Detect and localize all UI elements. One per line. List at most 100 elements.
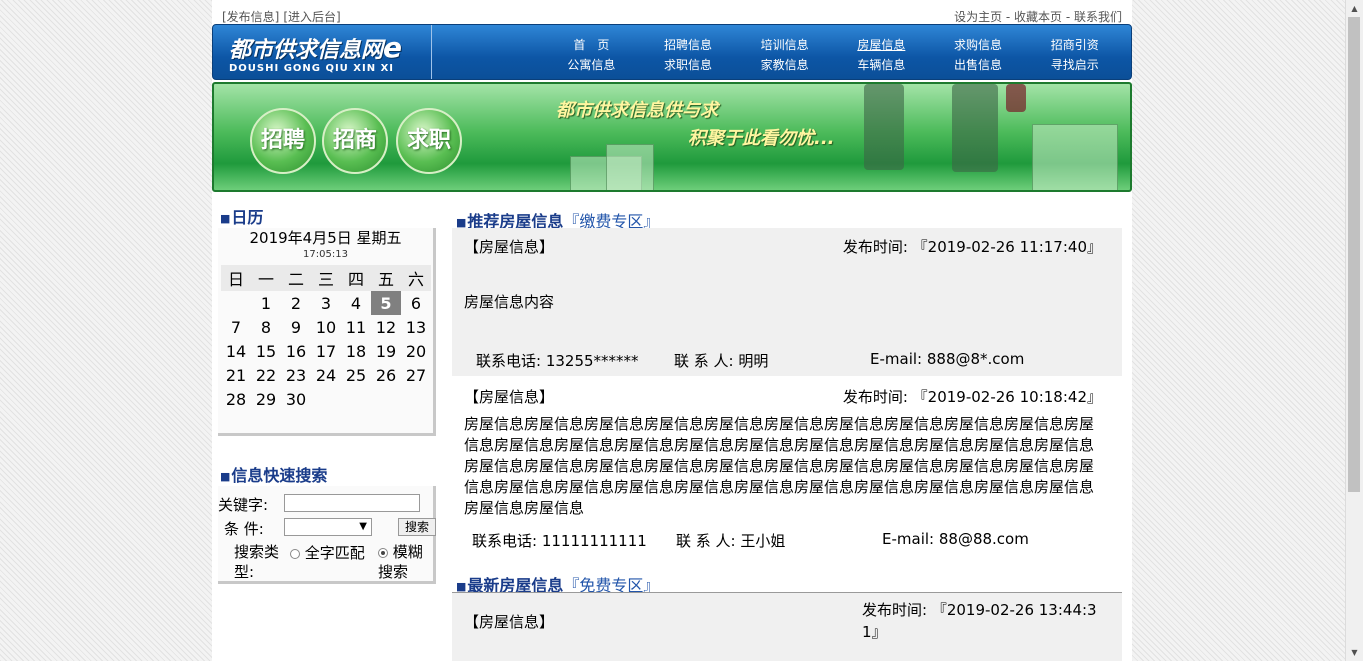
calendar-day[interactable]: 14	[221, 339, 251, 363]
scroll-down-icon[interactable]: ▼	[1346, 644, 1363, 661]
keyword-label: 关键字:	[218, 496, 269, 514]
calendar-grid: 日一二三四五六 1 2 3 4 5 6 7 8 9 10 11 12 13 14 15 16 17 18 19 20 2…	[221, 265, 431, 411]
calendar-day[interactable]: 12	[371, 315, 401, 339]
enter-admin-link[interactable]: [进入后台]	[283, 10, 340, 24]
nav-recruit[interactable]: 招聘信息	[640, 35, 737, 55]
quick-search-panel: 关键字: 条 件: ▼ 搜索 搜索类型: 全字匹配 模糊搜索	[218, 486, 436, 584]
nav-apartment[interactable]: 公寓信息	[543, 55, 640, 75]
calendar-day[interactable]: 30	[281, 387, 311, 411]
search-button[interactable]: 搜索	[398, 518, 436, 536]
nav-home[interactable]: 首 页	[543, 35, 640, 55]
nav-purchase[interactable]: 求购信息	[930, 35, 1027, 55]
calendar-title: ■日历	[220, 208, 264, 227]
nav-tutor[interactable]: 家教信息	[736, 55, 833, 75]
nav-lost-found[interactable]: 寻找启示	[1026, 55, 1123, 75]
post-category[interactable]: 【房屋信息】	[464, 611, 554, 632]
calendar-day[interactable]: 2	[281, 291, 311, 315]
banner-jobseek-button[interactable]: 求职	[396, 108, 462, 174]
radio-fuzzy[interactable]	[378, 547, 388, 558]
post-item: 【房屋信息】 发布时间: 『2019-02-26 10:18:42』 房屋信息房…	[452, 376, 1122, 572]
banner-investment-button[interactable]: 招商	[322, 108, 388, 174]
calendar-day[interactable]: 7	[221, 315, 251, 339]
nav-training[interactable]: 培训信息	[736, 35, 833, 55]
nav-sale[interactable]: 出售信息	[930, 55, 1027, 75]
calendar-weekday: 二	[281, 265, 311, 291]
calendar-day[interactable]: 11	[341, 315, 371, 339]
calendar-day[interactable]: 4	[341, 291, 371, 315]
banner-slogan-2: 积聚于此看勿忧...	[688, 128, 835, 149]
logo-subtitle: DOUSHI GONG QIU XIN XI	[229, 63, 394, 74]
calendar-day	[311, 387, 341, 411]
post-phone: 联系电话: 13255******	[476, 352, 639, 370]
calendar-day	[341, 387, 371, 411]
calendar-day[interactable]: 6	[401, 291, 431, 315]
post-email: E-mail: 88@88.com	[882, 530, 1029, 548]
banner-building	[606, 144, 654, 190]
fuzzy-option[interactable]: 模糊搜索	[378, 542, 436, 582]
calendar-weekday: 五	[371, 265, 401, 291]
nav-investment[interactable]: 招商引资	[1026, 35, 1123, 55]
calendar-day[interactable]: 17	[311, 339, 341, 363]
top-right-links[interactable]: 设为主页 - 收藏本页 - 联系我们	[954, 8, 1122, 25]
vertical-scrollbar[interactable]: ▲ ▼	[1345, 0, 1363, 661]
post-item: 【房屋信息】 发布时间: 『2019-02-26 11:17:40』 房屋信息内…	[452, 228, 1122, 376]
publish-info-link[interactable]: [发布信息]	[222, 10, 279, 24]
post-body: 房屋信息房屋信息房屋信息房屋信息房屋信息房屋信息房屋信息房屋信息房屋信息房屋信息…	[464, 415, 1095, 517]
calendar-day[interactable]: 22	[251, 363, 281, 387]
calendar-weekday: 日	[221, 265, 251, 291]
calendar-day[interactable]: 1	[251, 291, 281, 315]
calendar-time: 17:05:13	[303, 249, 348, 260]
calendar-day[interactable]: 28	[221, 387, 251, 411]
banner-figure	[952, 84, 998, 172]
calendar-day[interactable]: 20	[401, 339, 431, 363]
nav-vehicle[interactable]: 车辆信息	[833, 55, 930, 75]
calendar-day[interactable]: 8	[251, 315, 281, 339]
keyword-input[interactable]	[284, 494, 420, 512]
post-contact-person: 联 系 人: 明明	[674, 352, 769, 370]
calendar-day[interactable]: 27	[401, 363, 431, 387]
post-phone: 联系电话: 11111111111	[472, 532, 647, 550]
banner-figure	[864, 84, 904, 170]
site-logo[interactable]: 都市供求信息网e DOUSHI GONG QIU XIN XI	[213, 25, 432, 79]
calendar-day[interactable]: 9	[281, 315, 311, 339]
full-match-option[interactable]: 全字匹配	[290, 542, 365, 563]
banner-bag	[1006, 84, 1026, 112]
post-publish-time: 发布时间: 『2019-02-26 11:17:40』	[842, 238, 1102, 256]
banner-recruit-button[interactable]: 招聘	[250, 108, 316, 174]
calendar-day[interactable]: 26	[371, 363, 401, 387]
calendar-day[interactable]: 21	[221, 363, 251, 387]
post-body: 房屋信息内容	[464, 293, 555, 311]
calendar-day[interactable]: 24	[311, 363, 341, 387]
nav-jobseek[interactable]: 求职信息	[640, 55, 737, 75]
calendar-day[interactable]: 3	[311, 291, 341, 315]
calendar-day[interactable]: 10	[311, 315, 341, 339]
page-container: [发布信息] [进入后台] 设为主页 - 收藏本页 - 联系我们 都市供求信息网e…	[212, 0, 1132, 661]
calendar-day[interactable]: 23	[281, 363, 311, 387]
scrollbar-thumb[interactable]	[1348, 17, 1360, 492]
calendar-day[interactable]: 13	[401, 315, 431, 339]
calendar-day[interactable]: 15	[251, 339, 281, 363]
bullet-icon: ■	[220, 212, 231, 225]
bullet-icon: ■	[220, 470, 231, 483]
calendar-day[interactable]: 5	[371, 291, 401, 315]
radio-full-match[interactable]	[290, 548, 300, 559]
banner: 招聘 招商 求职 都市供求信息供与求 积聚于此看勿忧...	[212, 82, 1132, 192]
condition-select[interactable]: ▼	[284, 518, 372, 536]
top-left-links: [发布信息] [进入后台]	[222, 8, 345, 25]
post-publish-time: 发布时间: 『2019-02-26 13:44:31』	[862, 601, 1097, 641]
calendar-weekday: 四	[341, 265, 371, 291]
calendar-day	[371, 387, 401, 411]
post-category[interactable]: 【房屋信息】	[464, 236, 554, 257]
scroll-up-icon[interactable]: ▲	[1346, 0, 1363, 17]
calendar-day[interactable]: 25	[341, 363, 371, 387]
calendar-day[interactable]: 18	[341, 339, 371, 363]
calendar-day[interactable]: 29	[251, 387, 281, 411]
calendar-day[interactable]: 19	[371, 339, 401, 363]
post-category[interactable]: 【房屋信息】	[464, 386, 554, 407]
chevron-down-icon: ▼	[359, 521, 367, 532]
search-type-label: 搜索类型:	[234, 543, 280, 581]
nav-housing[interactable]: 房屋信息	[833, 35, 930, 55]
logo-title: 都市供求信息网	[229, 38, 384, 63]
calendar-day[interactable]: 16	[281, 339, 311, 363]
post-publish-time: 发布时间: 『2019-02-26 10:18:42』	[842, 388, 1102, 406]
